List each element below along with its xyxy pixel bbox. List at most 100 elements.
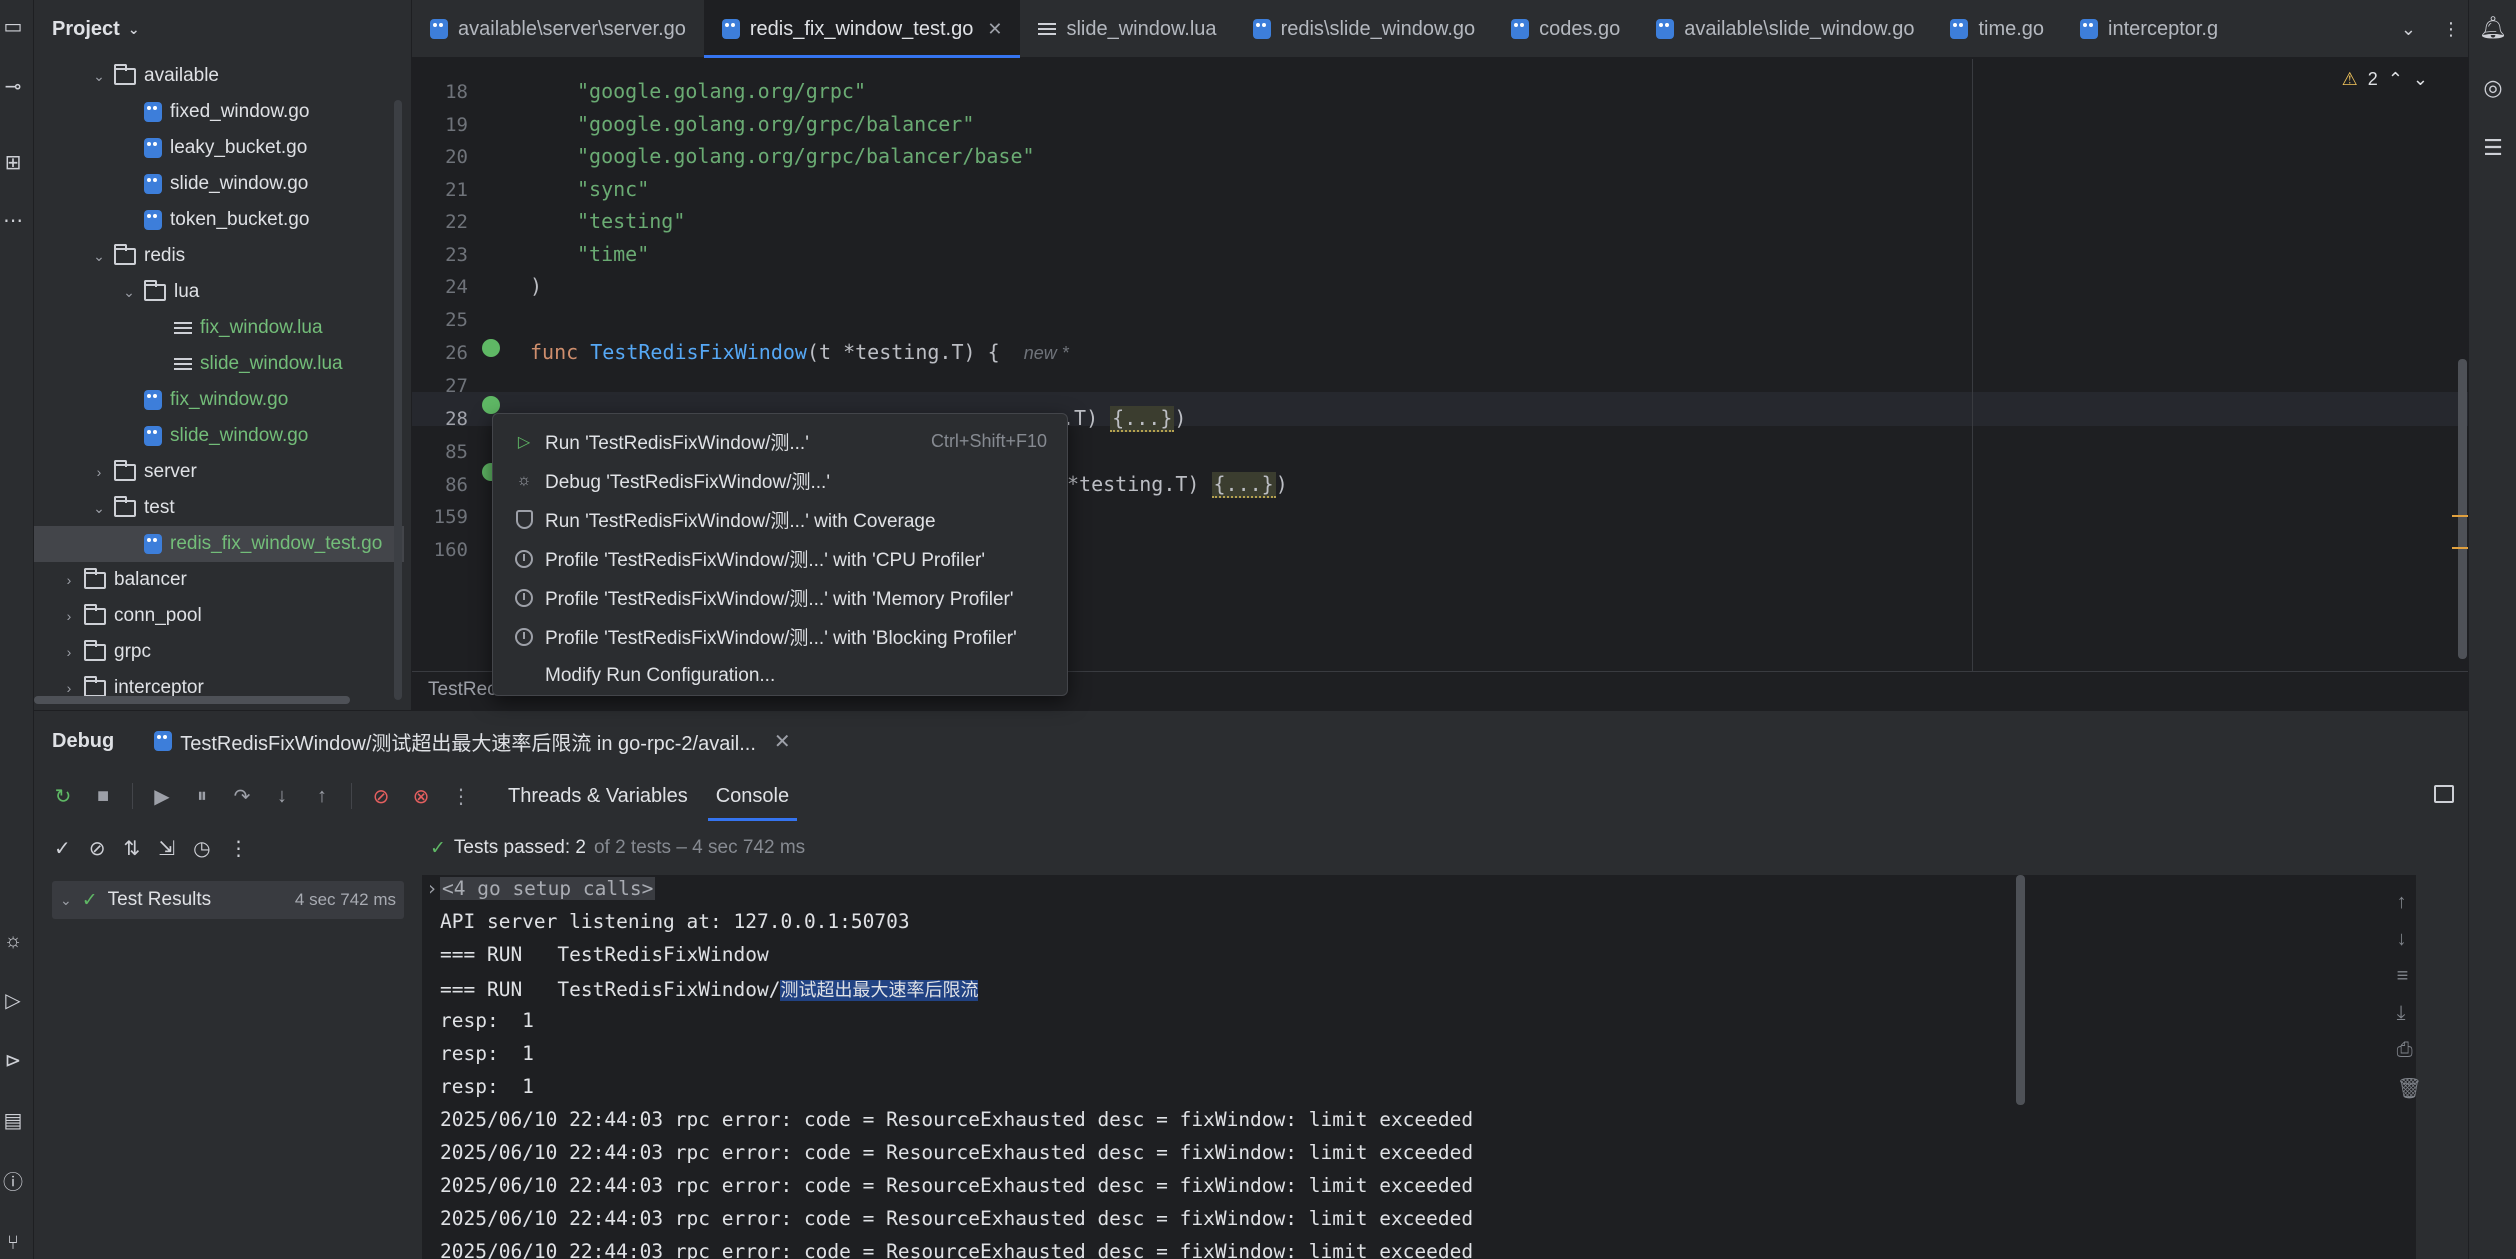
show-ignored-icon[interactable]: ⊘ xyxy=(89,836,106,861)
menu-item[interactable]: Profile 'TestRedisFixWindow/测...' with '… xyxy=(493,578,1067,617)
chevron-down-icon[interactable]: ⌄ xyxy=(120,284,138,301)
chevron-down-icon[interactable]: ⌄ xyxy=(60,892,72,909)
close-icon[interactable]: ✕ xyxy=(774,729,791,754)
folded-code[interactable]: {...} xyxy=(1110,406,1175,432)
tree-item[interactable]: fix_window.go xyxy=(34,382,404,418)
editor-scrollbar[interactable] xyxy=(2458,359,2467,659)
show-passed-icon[interactable]: ✓ xyxy=(54,836,71,861)
editor-tab[interactable]: available\server\server.go xyxy=(412,0,704,58)
editor-tab[interactable]: redis_fix_window_test.go ✕ xyxy=(703,0,1021,58)
run-test-gutter-icon[interactable] xyxy=(482,396,500,414)
tab-threads-variables[interactable]: Threads & Variables xyxy=(494,771,702,821)
rerun-icon[interactable]: ↻ xyxy=(52,784,74,809)
project-horizontal-scrollbar[interactable] xyxy=(34,696,350,704)
ai-assistant-icon[interactable]: ◎ xyxy=(2477,72,2509,104)
project-view-icon[interactable]: ▭ xyxy=(0,14,26,40)
code-line[interactable]: "testing" xyxy=(577,209,685,233)
chevron-right-icon[interactable]: › xyxy=(426,877,449,900)
warning-stripe-mark[interactable] xyxy=(2452,515,2468,517)
code-line[interactable]: func TestRedisFixWindow(t *testing.T) { … xyxy=(530,340,1069,364)
project-header[interactable]: Project ⌄ xyxy=(34,0,411,58)
chevron-down-icon[interactable]: ⌄ xyxy=(2401,19,2416,40)
tree-item[interactable]: fix_window.lua xyxy=(34,310,404,346)
tree-item[interactable]: › server xyxy=(34,454,404,490)
menu-item[interactable]: ☼ Debug 'TestRedisFixWindow/测...' xyxy=(493,461,1067,500)
tree-item[interactable]: ⌄ redis xyxy=(34,238,404,274)
test-results-row[interactable]: ⌄ ✓ Test Results 4 sec 742 ms xyxy=(52,881,404,919)
tree-item[interactable]: slide_window.go xyxy=(34,418,404,454)
tree-item[interactable]: fixed_window.go xyxy=(34,94,404,130)
code-line[interactable]: "google.golang.org/grpc/balancer" xyxy=(577,112,974,136)
folded-code[interactable]: {...} xyxy=(1211,472,1276,498)
more-tools-icon[interactable]: ⋯ xyxy=(0,208,26,234)
terminal-icon[interactable]: ▤ xyxy=(0,1108,26,1134)
git-icon[interactable]: ⑂ xyxy=(0,1230,26,1256)
editor-tab[interactable]: codes.go xyxy=(1493,0,1638,58)
tree-item[interactable]: › grpc xyxy=(34,634,404,670)
up-arrow-icon[interactable]: ↑ xyxy=(2397,891,2422,914)
tree-item[interactable]: › balancer xyxy=(34,562,404,598)
tab-console[interactable]: Console xyxy=(702,771,803,821)
stop-icon[interactable]: ■ xyxy=(92,785,114,808)
chevron-down-icon[interactable]: ⌄ xyxy=(90,68,108,85)
inspection-widget[interactable]: ⚠ 2 ⌃ ⌄ xyxy=(2342,69,2428,90)
tree-item[interactable]: ⌄ lua xyxy=(34,274,404,310)
soft-wrap-icon[interactable]: ≡ xyxy=(2397,965,2422,988)
step-out-icon[interactable]: ↑ xyxy=(311,785,333,808)
run-test-gutter-icon[interactable] xyxy=(482,339,500,357)
sort-icon[interactable]: ⇅ xyxy=(124,836,141,861)
notifications-icon[interactable]: 🔔︎ xyxy=(2477,12,2509,44)
view-breakpoints-icon[interactable]: ⊘ xyxy=(370,784,392,809)
commit-icon[interactable]: ⊸ xyxy=(0,74,26,100)
close-icon[interactable]: ✕ xyxy=(987,19,1002,40)
tree-item[interactable]: ⌄ available xyxy=(34,58,404,94)
tree-item[interactable]: slide_window.lua xyxy=(34,346,404,382)
run-tool-icon[interactable]: ▷ xyxy=(0,988,26,1014)
code-line[interactable]: .T) {...}) xyxy=(1062,406,1186,432)
editor-tab[interactable]: interceptor.g xyxy=(2062,0,2236,58)
more-vertical-icon[interactable]: ⋮ xyxy=(229,836,249,861)
go-setup-calls[interactable]: <4 go setup calls> xyxy=(440,877,656,900)
next-highlight-icon[interactable]: ⌄ xyxy=(2413,69,2428,90)
breadcrumb-item[interactable]: TestRec xyxy=(428,679,497,700)
console-output[interactable]: › <4 go setup calls> API server listening… xyxy=(422,875,2416,1259)
problems-icon[interactable]: ⓘ xyxy=(0,1170,26,1196)
services-icon[interactable]: ⊳ xyxy=(0,1048,26,1074)
debug-session-tab[interactable]: TestRedisFixWindow/测试超出最大速率后限流 in go-rpc… xyxy=(154,727,791,756)
layout-settings-icon[interactable] xyxy=(2434,785,2454,803)
tree-item[interactable]: › conn_pool xyxy=(34,598,404,634)
import-tests-icon[interactable]: ⇲ xyxy=(158,836,175,861)
more-vertical-icon[interactable]: ⋮ xyxy=(2442,19,2460,40)
editor-tab[interactable]: redis\slide_window.go xyxy=(1235,0,1494,58)
debug-tool-icon[interactable]: ☼ xyxy=(0,928,26,954)
step-over-icon[interactable]: ↷ xyxy=(231,784,253,809)
test-history-icon[interactable]: ◷ xyxy=(193,836,210,861)
editor-tab[interactable]: time.go xyxy=(1932,0,2062,58)
code-line[interactable]: ) xyxy=(530,274,542,298)
mute-breakpoints-icon[interactable]: ⊗ xyxy=(410,784,432,809)
code-line[interactable]: "sync" xyxy=(577,177,649,201)
editor-tab[interactable]: slide_window.lua xyxy=(1020,0,1234,58)
tree-item[interactable]: token_bucket.go xyxy=(34,202,404,238)
database-icon[interactable]: ☰ xyxy=(2477,132,2509,164)
down-arrow-icon[interactable]: ↓ xyxy=(2397,928,2422,951)
tree-item[interactable]: leaky_bucket.go xyxy=(34,130,404,166)
chevron-right-icon[interactable]: › xyxy=(60,608,78,624)
menu-item[interactable]: Run 'TestRedisFixWindow/测...' with Cover… xyxy=(493,500,1067,539)
code-line[interactable]: "google.golang.org/grpc" xyxy=(577,79,866,103)
print-icon[interactable]: ⎙ xyxy=(2397,1039,2422,1062)
project-scrollbar[interactable] xyxy=(394,100,402,700)
chevron-down-icon[interactable]: ⌄ xyxy=(90,248,108,265)
editor-tab[interactable]: available\slide_window.go xyxy=(1638,0,1932,58)
tree-item[interactable]: ⌄ test xyxy=(34,490,404,526)
chevron-right-icon[interactable]: › xyxy=(60,644,78,660)
tree-item[interactable]: redis_fix_window_test.go xyxy=(34,526,404,562)
code-line[interactable]: "time" xyxy=(577,242,649,266)
structure-icon[interactable]: ⊞ xyxy=(0,150,26,176)
code-line[interactable]: *testing.T) {...}) xyxy=(1067,472,1288,498)
menu-item[interactable]: Profile 'TestRedisFixWindow/测...' with '… xyxy=(493,617,1067,656)
pause-icon[interactable]: ⏸ xyxy=(191,785,213,808)
menu-item[interactable]: ▷ Run 'TestRedisFixWindow/测...' Ctrl+Shift… xyxy=(493,422,1067,461)
more-vertical-icon[interactable]: ⋮ xyxy=(450,784,472,809)
chevron-right-icon[interactable]: › xyxy=(60,680,78,696)
